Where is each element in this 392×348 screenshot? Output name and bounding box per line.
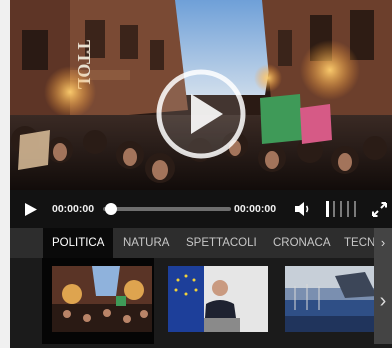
current-time: 00:00:00	[52, 203, 95, 215]
big-play-icon[interactable]	[155, 68, 247, 160]
tab-spettacoli[interactable]: SPETTACOLI	[177, 228, 266, 258]
volume-bar	[340, 201, 342, 217]
chevron-right-icon: ›	[379, 290, 387, 312]
progress-track[interactable]	[103, 203, 231, 215]
thumbnails-next-button[interactable]: ›	[374, 258, 392, 344]
thumbnail-image	[52, 266, 152, 332]
volume-icon[interactable]	[294, 201, 312, 217]
tab-cronaca[interactable]: CRONACA	[264, 228, 340, 258]
thumbnail-press-conference[interactable]	[158, 258, 270, 344]
volume-bar	[326, 201, 329, 217]
volume-bar	[347, 201, 349, 217]
tabs-next-button[interactable]: ›	[374, 228, 392, 258]
tab-natura[interactable]: NATURA	[114, 228, 178, 258]
play-icon[interactable]	[24, 202, 38, 217]
volume-bar	[333, 201, 335, 217]
progress-handle[interactable]	[105, 203, 117, 215]
thumbnail-image	[285, 266, 385, 332]
thumbnail-crowd[interactable]	[42, 258, 154, 344]
fullscreen-icon[interactable]	[371, 201, 388, 218]
video-player: TTOL 00:00:00 00:00:00 POLITICA NATURA S…	[10, 0, 392, 348]
thumbnail-image	[168, 266, 268, 332]
video-frame[interactable]: TTOL	[10, 0, 392, 190]
volume-slider[interactable]	[326, 201, 360, 217]
category-tabs: POLITICA NATURA SPETTACOLI CRONACA TECNO…	[10, 228, 392, 258]
duration-time: 00:00:00	[234, 203, 277, 215]
tab-politica[interactable]: POLITICA	[43, 228, 114, 258]
video-thumbnails: ›	[10, 258, 392, 348]
volume-bar	[354, 201, 356, 217]
thumbnail-harbor[interactable]	[275, 258, 387, 344]
control-bar: 00:00:00 00:00:00	[10, 190, 392, 228]
chevron-right-icon: ›	[380, 235, 386, 250]
tab-tecnologia[interactable]: TECNOLOGIA	[335, 228, 374, 258]
